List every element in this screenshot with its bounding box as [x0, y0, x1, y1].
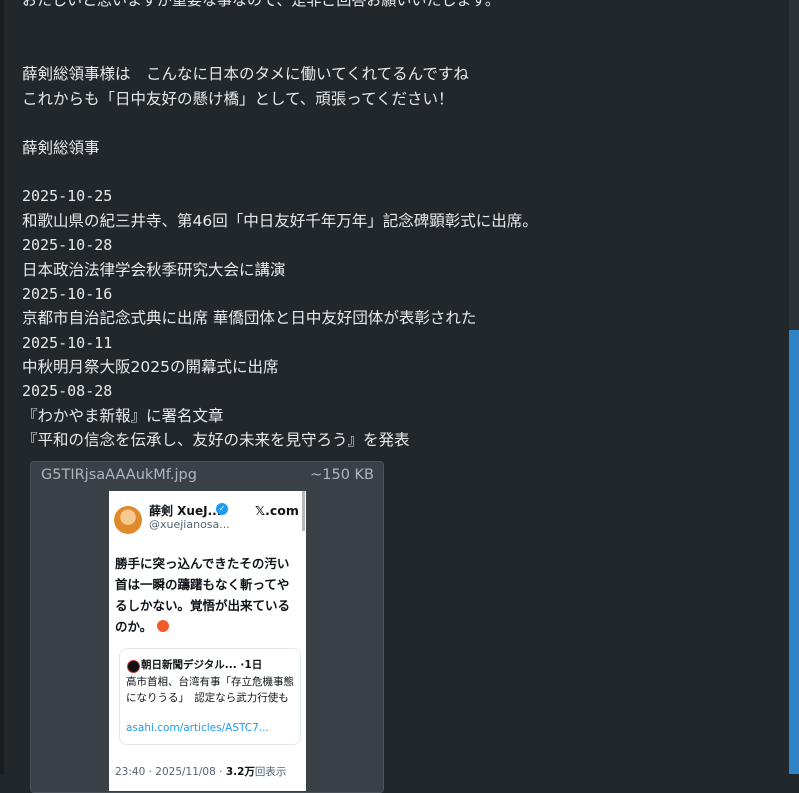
image-attachment[interactable]: G5TIRjsaAAAukMf.jpg ~150 KB 薛剣 XueJ... ✓… — [30, 461, 384, 793]
tweet-view-count: 3.2万 — [225, 766, 255, 778]
post-line: 京都市自治記念式典に出席 華僑団体と日中友好団体が表彰された — [22, 309, 477, 327]
post-line: 薛剣総領事様は こんなに日本のタメに働いてくれてるんですね — [22, 65, 469, 83]
post-line: 日本政治法律学会秋季研究大会に講演 — [22, 261, 286, 279]
tweet-display-name: 薛剣 XueJ... — [149, 504, 222, 518]
quote-header: 朝日新聞デジタル... ·1日 — [141, 659, 263, 671]
post-line: 薛剣総領事 — [22, 139, 100, 157]
post-line: 和歌山県の紀三井寺、第46回「中日友好千年万年」記念碑顕彰式に出席。 — [22, 212, 538, 230]
post-date: 2025-10-28 — [22, 236, 113, 254]
scrollbar-track[interactable] — [789, 0, 799, 774]
avatar — [114, 506, 142, 534]
cut-off-text-line: おたしいと思いますが重要な事なので、是非ご回答お願いいたします。 — [22, 0, 500, 9]
tweet-handle: @xuejianosa... — [149, 518, 230, 531]
post-line: 中秋明月祭大阪2025の開幕式に出席 — [22, 358, 279, 376]
post-date: 2025-10-16 — [22, 285, 113, 303]
tweet-screenshot-image[interactable]: 薛剣 XueJ... ✓ @xuejianosa... 𝕏.com 勝手に突っ込… — [109, 491, 306, 791]
angry-face-icon — [156, 620, 169, 632]
scrollbar-thumb[interactable] — [789, 330, 799, 774]
tweet-timestamp: 23:40 · 2025/11/08 · — [115, 766, 226, 778]
tweet-scrollbar — [302, 491, 305, 531]
tweet-view-suffix: 回表示 — [254, 766, 287, 778]
post-date: 2025-08-28 — [22, 382, 113, 400]
tweet-body: 勝手に突っ込んできたその汚い首は一瞬の躊躇もなく斬ってやるしかない。覚悟が出来て… — [115, 553, 301, 637]
post-line: 『わかやま新報』に署名文章 — [22, 407, 224, 425]
verified-badge-icon: ✓ — [216, 503, 228, 515]
x-logo: 𝕏.com — [255, 503, 299, 518]
quote-text: 高市首相、台湾有事「存立危機事態になりうる」 認定なら武力行使も — [126, 676, 294, 704]
attachment-size: ~150 KB — [310, 467, 374, 483]
asahi-logo-icon — [127, 660, 140, 673]
tweet-footer: 23:40 · 2025/11/08 · 3.2万回表示 — [115, 764, 286, 779]
post-date: 2025-10-11 — [22, 334, 113, 352]
quoted-post: 朝日新聞デジタル... ·1日 高市首相、台湾有事「存立危機事態になりうる」 認… — [119, 648, 301, 745]
post-line: 『平和の信念を伝承し、友好の未来を見守ろう』を発表 — [22, 431, 410, 449]
quote-link: asahi.com/articles/ASTC7... — [126, 722, 269, 734]
post-date: 2025-10-25 — [22, 187, 113, 205]
post-line: これからも「日中友好の懸け橋」として、頑張ってください！ — [22, 90, 454, 108]
left-edge — [0, 0, 4, 774]
attachment-filename[interactable]: G5TIRjsaAAAukMf.jpg — [41, 467, 197, 483]
tweet-body-text: 勝手に突っ込んできたその汚い首は一瞬の躊躇もなく斬ってやるしかない。覚悟が出来て… — [115, 556, 291, 634]
